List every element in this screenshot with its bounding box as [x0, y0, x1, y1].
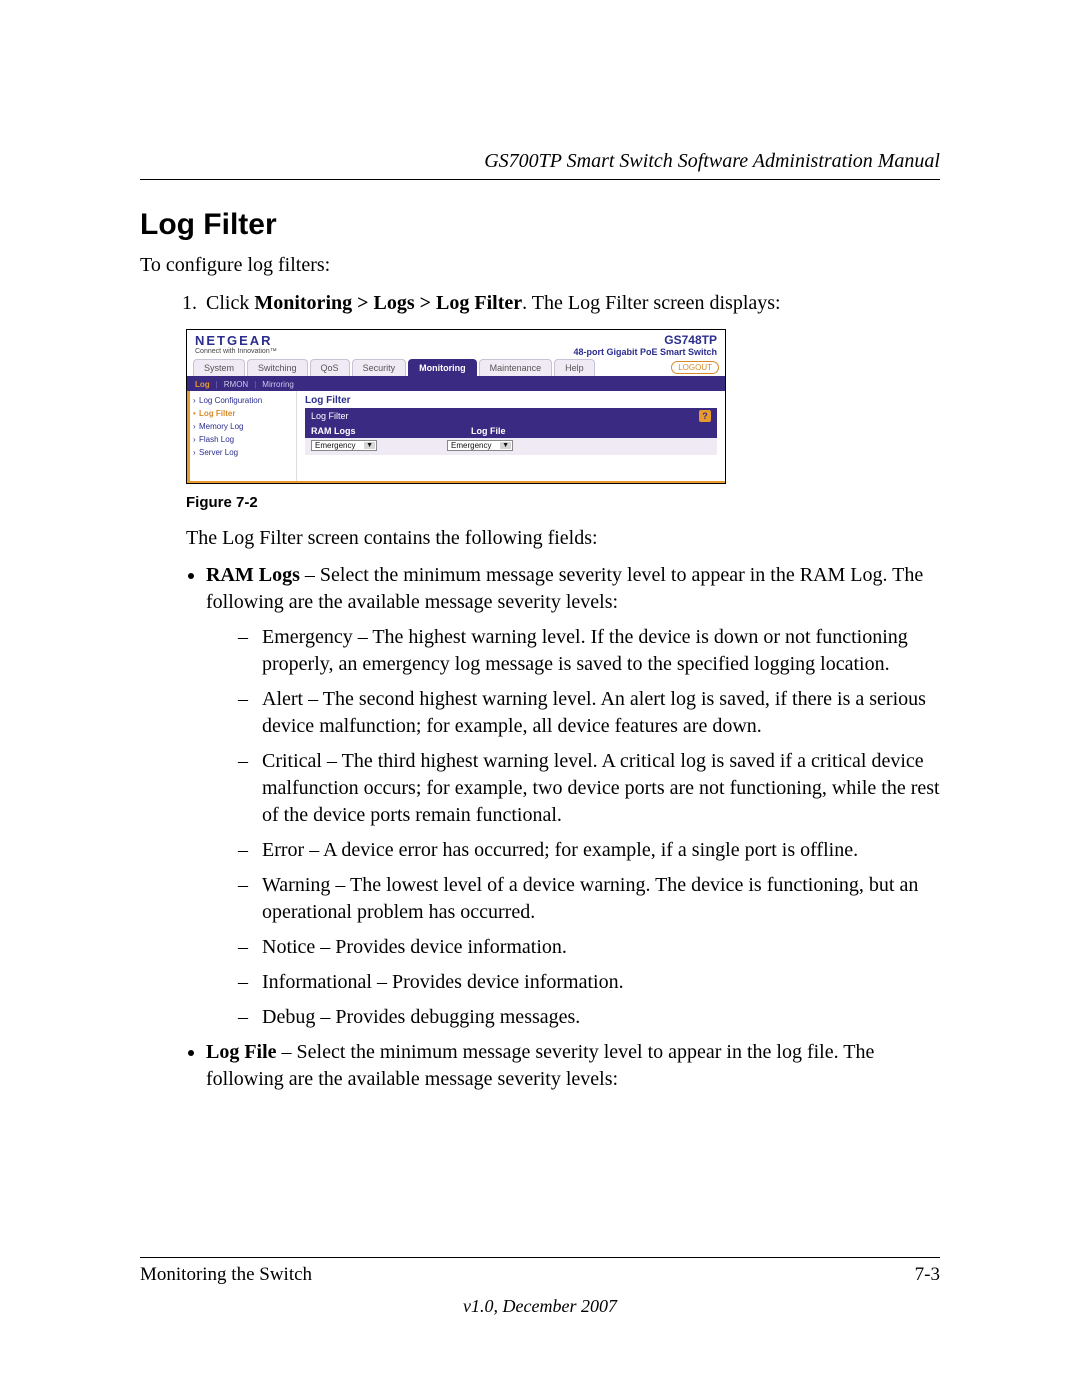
sidebar-item-log-configuration[interactable]: Log Configuration	[193, 394, 293, 407]
intro-text: To configure log filters:	[140, 252, 940, 279]
ui-body: Log Configuration Log Filter Memory Log …	[187, 391, 725, 483]
subtab-mirroring[interactable]: Mirroring	[262, 380, 294, 389]
severity-list: Emergency – The highest warning level. I…	[206, 624, 940, 1031]
switch-ui: NETGEAR Connect with Innovation™ GS748TP…	[186, 329, 726, 484]
field-label-log-file: Log File	[471, 426, 561, 436]
sidebar: Log Configuration Log Filter Memory Log …	[187, 391, 297, 481]
step-text-c: . The Log Filter screen displays:	[522, 292, 780, 314]
main-panel: Log Filter Log Filter ? RAM Logs Log Fil…	[297, 391, 725, 481]
footer-left: Monitoring the Switch	[140, 1264, 312, 1286]
tab-monitoring[interactable]: Monitoring	[408, 359, 477, 376]
chevron-down-icon: ▼	[500, 442, 511, 449]
severity-informational: Informational – Provides device informat…	[238, 969, 940, 996]
tab-help[interactable]: Help	[554, 359, 595, 376]
sub-tab-row: Log | RMON | Mirroring	[187, 378, 725, 391]
footer-page-number: 7-3	[915, 1264, 940, 1286]
ram-logs-select[interactable]: Emergency ▼	[311, 440, 377, 451]
figure-caption: Figure 7-2	[186, 494, 940, 511]
logout-button[interactable]: LOGOUT	[671, 361, 719, 374]
tab-qos[interactable]: QoS	[310, 359, 350, 376]
step-text-bold: Monitoring > Logs > Log Filter	[254, 292, 522, 314]
help-icon[interactable]: ?	[699, 410, 711, 422]
step-list: Click Monitoring > Logs > Log Filter. Th…	[140, 289, 940, 317]
select-row: Emergency ▼ Emergency ▼	[305, 438, 717, 455]
log-file-select[interactable]: Emergency ▼	[447, 440, 513, 451]
subtab-rmon[interactable]: RMON	[224, 380, 248, 389]
severity-notice: Notice – Provides device information.	[238, 934, 940, 961]
figure-7-2: NETGEAR Connect with Innovation™ GS748TP…	[186, 329, 940, 484]
brand-tagline: Connect with Innovation™	[195, 348, 277, 355]
severity-emergency: Emergency – The highest warning level. I…	[238, 624, 940, 678]
field-header-row: RAM Logs Log File	[305, 424, 717, 438]
model-block: GS748TP 48-port Gigabit PoE Smart Switch	[573, 333, 717, 357]
running-header: GS700TP Smart Switch Software Administra…	[140, 150, 940, 173]
subtab-sep-1: |	[216, 380, 218, 389]
footer-version: v1.0, December 2007	[140, 1296, 940, 1317]
panel-bar: Log Filter ?	[305, 408, 717, 424]
severity-error: Error – A device error has occurred; for…	[238, 837, 940, 864]
subtab-sep-2: |	[254, 380, 256, 389]
bullet-ram-logs: RAM Logs – Select the minimum message se…	[206, 562, 940, 1031]
brand-block: NETGEAR Connect with Innovation™	[195, 333, 277, 357]
field-description-list: RAM Logs – Select the minimum message se…	[140, 562, 940, 1093]
tab-maintenance[interactable]: Maintenance	[479, 359, 553, 376]
after-figure-text: The Log Filter screen contains the follo…	[186, 525, 940, 552]
manual-page: GS700TP Smart Switch Software Administra…	[0, 0, 1080, 1397]
panel-bar-label: Log Filter	[311, 411, 349, 421]
field-label-ram-logs: RAM Logs	[311, 426, 401, 436]
model-description: 48-port Gigabit PoE Smart Switch	[573, 347, 717, 357]
sidebar-item-memory-log[interactable]: Memory Log	[193, 420, 293, 433]
bullet-log-file: Log File – Select the minimum message se…	[206, 1039, 940, 1093]
step-1: Click Monitoring > Logs > Log Filter. Th…	[202, 289, 940, 317]
ui-header: NETGEAR Connect with Innovation™ GS748TP…	[187, 330, 725, 359]
severity-warning: Warning – The lowest level of a device w…	[238, 872, 940, 926]
bullet-ram-logs-label: RAM Logs	[206, 564, 300, 586]
bullet-ram-logs-text: – Select the minimum message severity le…	[206, 564, 923, 613]
bullet-log-file-label: Log File	[206, 1041, 277, 1063]
sidebar-item-log-filter[interactable]: Log Filter	[193, 407, 293, 420]
page-footer: Monitoring the Switch 7-3 v1.0, December…	[140, 1257, 940, 1317]
main-tab-row: System Switching QoS Security Monitoring…	[187, 359, 725, 378]
tab-security[interactable]: Security	[352, 359, 407, 376]
subtab-log[interactable]: Log	[195, 380, 210, 389]
severity-debug: Debug – Provides debugging messages.	[238, 1004, 940, 1031]
header-rule	[140, 179, 940, 180]
chevron-down-icon: ▼	[364, 442, 375, 449]
tab-switching[interactable]: Switching	[247, 359, 308, 376]
step-text-a: Click	[206, 292, 254, 314]
footer-row: Monitoring the Switch 7-3	[140, 1264, 940, 1286]
panel-title: Log Filter	[305, 395, 717, 406]
bullet-log-file-text: – Select the minimum message severity le…	[206, 1041, 874, 1090]
section-title: Log Filter	[140, 208, 940, 242]
severity-alert: Alert – The second highest warning level…	[238, 686, 940, 740]
ram-logs-select-value: Emergency	[315, 441, 355, 450]
tab-system[interactable]: System	[193, 359, 245, 376]
sidebar-item-flash-log[interactable]: Flash Log	[193, 433, 293, 446]
sidebar-item-server-log[interactable]: Server Log	[193, 446, 293, 459]
severity-critical: Critical – The third highest warning lev…	[238, 748, 940, 829]
netgear-logo: NETGEAR	[195, 333, 277, 348]
model-number: GS748TP	[573, 333, 717, 347]
log-file-select-value: Emergency	[451, 441, 491, 450]
footer-rule	[140, 1257, 940, 1258]
